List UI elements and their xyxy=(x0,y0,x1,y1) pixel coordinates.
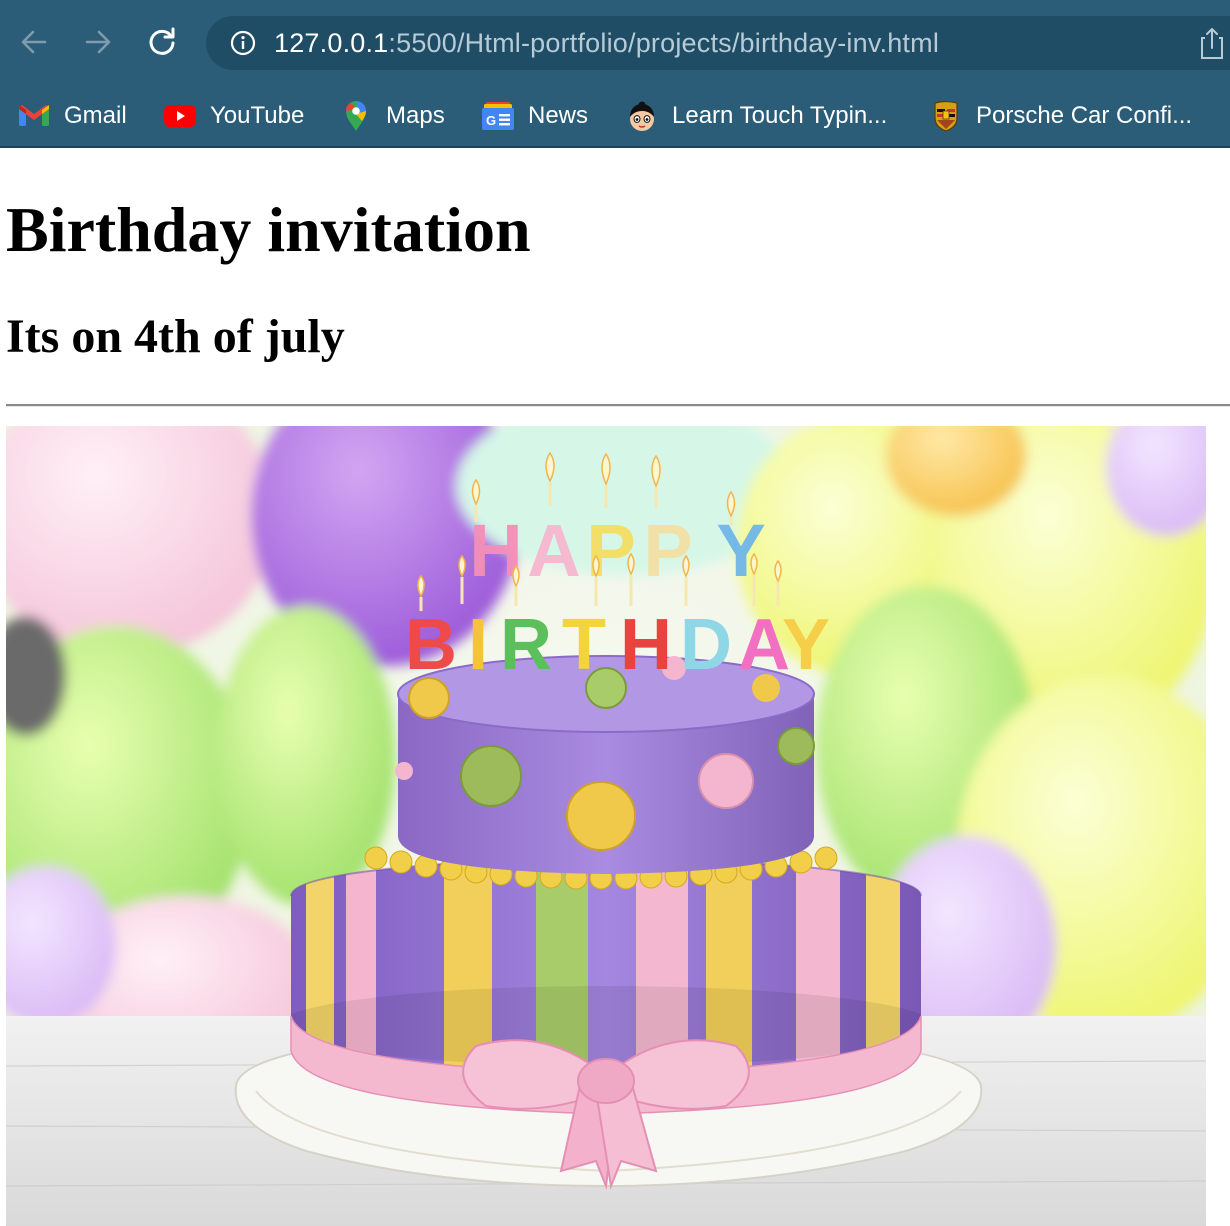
typing-site-icon xyxy=(626,100,658,132)
bookmark-gmail[interactable]: Gmail xyxy=(18,96,127,136)
browser-toolbar: 127.0.0.1:5500/Html-portfolio/projects/b… xyxy=(0,0,1230,84)
bookmark-label: Learn Touch Typin... xyxy=(672,102,888,129)
bookmark-label: Gmail xyxy=(64,102,127,129)
address-bar[interactable]: 127.0.0.1:5500/Html-portfolio/projects/b… xyxy=(206,16,1230,70)
svg-text:Y: Y xyxy=(782,605,830,685)
bookmark-typing[interactable]: Learn Touch Typin... xyxy=(626,96,887,136)
page-title: Birthday invitation xyxy=(6,194,531,265)
svg-text:H: H xyxy=(620,605,672,685)
bookmark-youtube[interactable]: YouTube xyxy=(164,96,304,136)
google-news-icon: G xyxy=(482,100,514,132)
gmail-icon xyxy=(18,100,50,132)
svg-text:I: I xyxy=(468,605,488,685)
birthday-cake-photo: H A P P Y B I R T H D A Y xyxy=(6,426,1206,1226)
svg-text:R: R xyxy=(500,605,552,685)
bookmark-label: Porsche Car Confi... xyxy=(976,102,1193,129)
bookmarks-bar: Gmail YouTube Maps G News Learn Touch Ty… xyxy=(0,84,1230,148)
maps-icon xyxy=(340,100,372,132)
page-subtitle: Its on 4th of july xyxy=(6,310,345,363)
page-content: Birthday invitation Its on 4th of july H… xyxy=(0,150,1230,1226)
back-button[interactable] xyxy=(14,22,54,62)
bookmark-maps[interactable]: Maps xyxy=(340,96,445,136)
svg-text:A: A xyxy=(527,509,580,592)
forward-button[interactable] xyxy=(78,22,118,62)
svg-text:G: G xyxy=(486,113,496,128)
arrow-left-icon xyxy=(21,30,47,54)
bookmark-news[interactable]: G News xyxy=(482,96,588,136)
bookmark-label: News xyxy=(528,102,589,129)
arrow-right-icon xyxy=(85,30,111,54)
url-text[interactable]: 127.0.0.1:5500/Html-portfolio/projects/b… xyxy=(274,27,939,59)
bookmark-label: Maps xyxy=(386,102,445,129)
svg-text:B: B xyxy=(405,605,457,685)
share-icon[interactable] xyxy=(1200,26,1224,60)
svg-text:T: T xyxy=(562,605,606,685)
url-path: :5500/Html-portfolio/projects/birthday-i… xyxy=(388,28,940,58)
reload-button[interactable] xyxy=(142,22,182,62)
reload-icon xyxy=(149,27,175,55)
url-host: 127.0.0.1 xyxy=(274,28,389,58)
site-info-icon[interactable] xyxy=(230,30,256,56)
svg-text:D: D xyxy=(680,605,732,685)
youtube-icon xyxy=(164,100,196,132)
bookmark-label: YouTube xyxy=(210,102,305,129)
svg-text:P: P xyxy=(586,509,635,592)
porsche-icon xyxy=(930,100,962,132)
bookmark-porsche[interactable]: Porsche Car Confi... xyxy=(930,96,1192,136)
horizontal-rule xyxy=(6,404,1230,407)
svg-text:Y: Y xyxy=(716,509,765,592)
